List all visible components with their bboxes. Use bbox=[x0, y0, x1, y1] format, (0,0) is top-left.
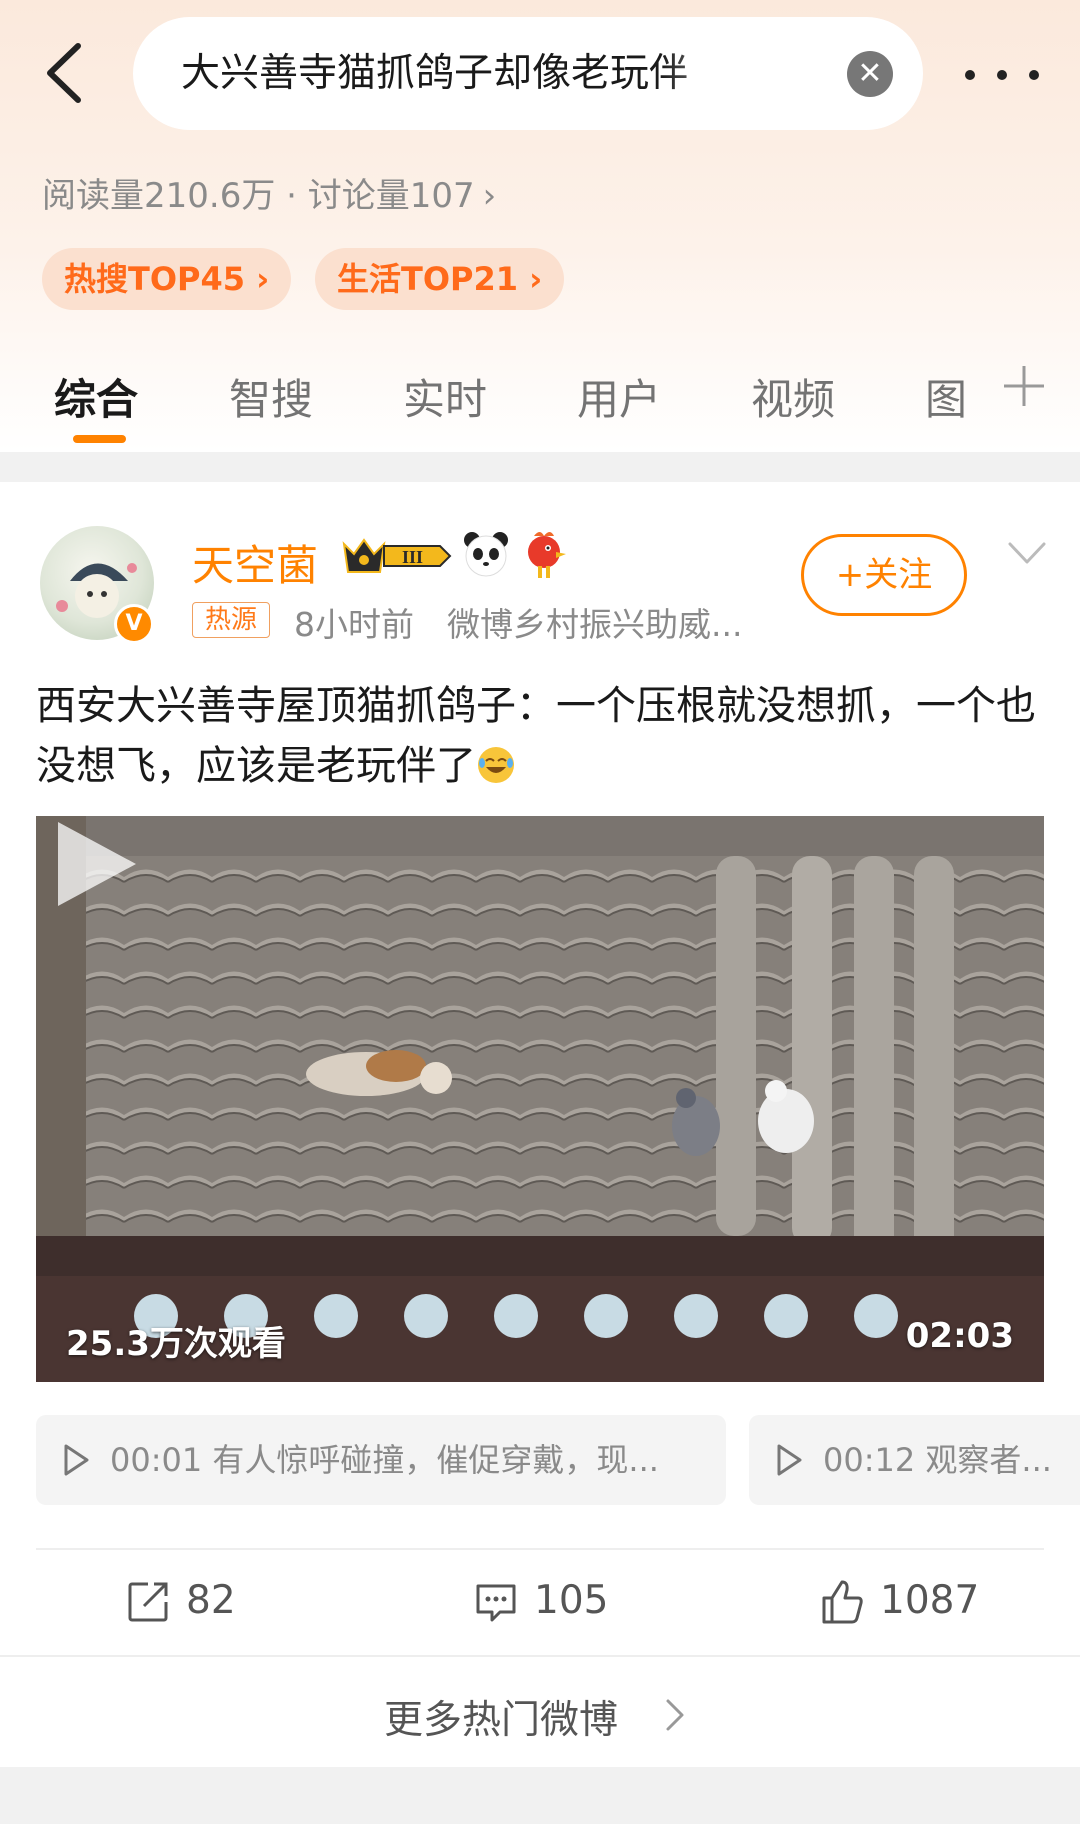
hot-search-badge[interactable]: 热搜TOP45 › bbox=[42, 248, 292, 310]
video-thumbnail bbox=[36, 816, 1044, 1382]
post-text[interactable]: 西安大兴善寺屋顶猫抓鸽子：一个压根就没想抓，一个也没想飞，应该是老玩伴了 bbox=[36, 676, 1046, 796]
clear-icon[interactable]: ✕ bbox=[847, 51, 893, 97]
more-hot-posts-row[interactable]: 更多热门微博 bbox=[0, 1655, 1080, 1767]
tab-images[interactable]: 图 bbox=[925, 366, 967, 427]
back-arrow-icon[interactable] bbox=[38, 36, 98, 110]
repost-count: 82 bbox=[186, 1578, 236, 1623]
panda-emoji-icon bbox=[464, 532, 508, 577]
video-player[interactable]: 25.3万次观看 02:03 bbox=[36, 816, 1044, 1382]
tab-realtime[interactable]: 实时 bbox=[403, 366, 487, 427]
section-divider bbox=[0, 452, 1080, 482]
bottom-gap bbox=[0, 1767, 1080, 1824]
chapter-time: 00:12 bbox=[823, 1441, 916, 1479]
like-icon bbox=[822, 1580, 863, 1624]
follow-button[interactable]: +关注 bbox=[801, 534, 967, 616]
active-tab-indicator bbox=[73, 435, 126, 443]
tab-bar: 综合 智搜 实时 用户 视频 图 bbox=[0, 350, 1080, 450]
topic-stats[interactable]: 阅读量210.6万 · 讨论量107 › bbox=[42, 168, 496, 217]
add-tab-icon[interactable] bbox=[1002, 364, 1046, 408]
tab-users[interactable]: 用户 bbox=[577, 366, 661, 427]
life-rank-badge-label: 生活TOP21 bbox=[337, 260, 519, 298]
play-icon[interactable] bbox=[36, 816, 146, 912]
author-name[interactable]: 天空菌 bbox=[192, 532, 318, 593]
collapse-chevron-icon[interactable] bbox=[1006, 538, 1048, 568]
comment-count: 105 bbox=[534, 1578, 609, 1623]
topic-stats-text: 阅读量210.6万 · 讨论量107 bbox=[42, 176, 475, 216]
repost-icon bbox=[128, 1582, 168, 1622]
more-dots-icon[interactable] bbox=[960, 55, 1044, 95]
post-body: 西安大兴善寺屋顶猫抓鸽子：一个压根就没想抓，一个也没想飞，应该是老玩伴了 bbox=[36, 683, 1036, 789]
chevron-right-icon bbox=[666, 1699, 684, 1731]
play-small-icon bbox=[64, 1444, 89, 1476]
tab-smart-search[interactable]: 智搜 bbox=[229, 366, 313, 427]
laugh-emoji-icon bbox=[478, 747, 514, 783]
chapter-item[interactable]: 00:01 有人惊呼碰撞，催促穿戴，现... bbox=[36, 1415, 726, 1505]
divider bbox=[36, 1548, 1044, 1550]
search-box[interactable]: 大兴善寺猫抓鸽子却像老玩伴 ✕ bbox=[133, 17, 923, 130]
level-crown-icon: III bbox=[342, 538, 452, 573]
chapter-text: 观察者... bbox=[925, 1441, 1052, 1479]
play-small-icon bbox=[777, 1444, 802, 1476]
chapter-text: 有人惊呼碰撞，催促穿戴，现... bbox=[212, 1441, 659, 1479]
tab-video[interactable]: 视频 bbox=[751, 366, 835, 427]
verified-icon: V bbox=[114, 604, 154, 644]
life-rank-badge[interactable]: 生活TOP21 › bbox=[315, 248, 565, 310]
comment-icon bbox=[476, 1584, 516, 1622]
chapter-time: 00:01 bbox=[110, 1441, 203, 1479]
level-mark: III bbox=[402, 547, 423, 567]
like-count: 1087 bbox=[880, 1578, 980, 1623]
chevron-right-icon: › bbox=[482, 176, 497, 216]
search-input[interactable]: 大兴善寺猫抓鸽子却像老玩伴 bbox=[181, 17, 781, 130]
tab-comprehensive[interactable]: 综合 bbox=[54, 366, 138, 427]
chapter-item[interactable]: 00:12 观察者... bbox=[749, 1415, 1080, 1505]
more-hot-posts-label: 更多热门微博 bbox=[384, 1698, 619, 1743]
rooster-emoji-icon bbox=[528, 532, 566, 578]
video-duration: 02:03 bbox=[905, 1316, 1014, 1356]
post-meta: 8小时前 微博乡村振兴助威... bbox=[294, 605, 743, 644]
video-chapters: 00:01 有人惊呼碰撞，催促穿戴，现... 00:12 观察者... bbox=[36, 1415, 1080, 1505]
video-views: 25.3万次观看 bbox=[66, 1324, 286, 1364]
source-badge: 热源 bbox=[192, 602, 271, 638]
hot-search-badge-label: 热搜TOP45 bbox=[64, 260, 246, 298]
